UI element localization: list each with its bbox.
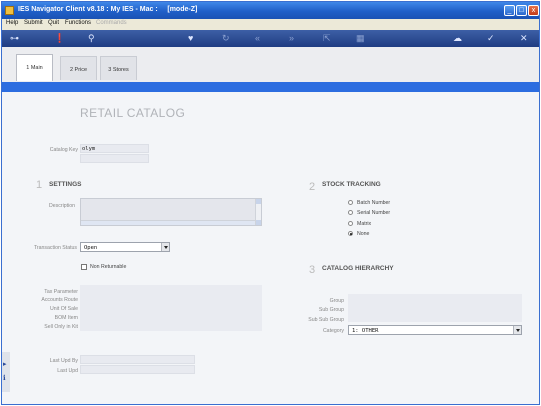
non-returnable-checkbox[interactable] xyxy=(81,264,87,270)
side-info-icon: ℹ xyxy=(3,375,6,382)
category-label: Category xyxy=(322,328,344,334)
description-scrollbar[interactable] xyxy=(255,199,261,225)
last-upd-label: Last Upd xyxy=(57,368,78,374)
toolbar: ⊶ ❗ ⚲ ♥ ↻ « » ⇱ ▦ ☁ ✓ ✕ xyxy=(2,30,539,47)
transaction-status-select[interactable]: Open xyxy=(80,242,170,252)
batch-number-label: Batch Number xyxy=(357,200,391,206)
refresh-icon[interactable]: ↻ xyxy=(222,32,230,44)
unit-of-sale-label: Unit Of Sale xyxy=(50,306,78,312)
fast-forward-icon[interactable]: » xyxy=(289,32,294,44)
hierarchy-fields[interactable] xyxy=(348,294,522,322)
window-title: IES Navigator Client v8.18 : My IES - Ma… xyxy=(18,6,198,13)
menu-help[interactable]: Help xyxy=(6,20,18,26)
page-title: RETAIL CATALOG xyxy=(80,106,186,120)
settings-number: 1 xyxy=(36,179,43,191)
accounts-route-label: Accounts Route xyxy=(41,297,78,303)
search-icon[interactable]: ⚲ xyxy=(88,32,95,44)
sell-only-in-kit-label: Sell Only in Kit xyxy=(44,324,78,330)
group-label: Group xyxy=(329,298,344,304)
serial-number-label: Serial Number xyxy=(357,210,391,216)
minimize-button[interactable]: _ xyxy=(504,5,515,16)
last-upd-field xyxy=(80,365,195,374)
sub-group-label: Sub Group xyxy=(318,307,344,313)
tab-strip: 1 Main 2 Price 3 Stores xyxy=(2,47,539,83)
menu-commands[interactable]: Commands xyxy=(96,20,127,26)
tab-price[interactable]: 2 Price xyxy=(60,56,97,80)
tab-stores-label: 3 Stores xyxy=(108,67,129,73)
stock-tracking-number: 2 xyxy=(309,181,316,193)
none-label: None xyxy=(357,231,370,237)
side-handle[interactable]: ▸ ℹ xyxy=(2,352,10,392)
catalog-key-name-field xyxy=(80,154,149,163)
rewind-icon[interactable]: « xyxy=(255,32,260,44)
app-window: IES Navigator Client v8.18 : My IES - Ma… xyxy=(1,1,540,405)
description-input[interactable] xyxy=(80,198,262,226)
catalog-key-value: olym xyxy=(82,146,96,152)
tab-price-label: 2 Price xyxy=(69,67,88,73)
form-content: RETAIL CATALOG Catalog Key olym 1 SETTIN… xyxy=(2,92,539,404)
matrix-label: Matrix xyxy=(357,221,372,227)
export-icon[interactable]: ⇱ xyxy=(323,32,331,44)
catalog-hierarchy-title: CATALOG HIERARCHY xyxy=(322,265,394,272)
catalog-key-label: Catalog Key xyxy=(49,147,78,153)
transaction-status-label: Transaction Status xyxy=(33,245,77,251)
maximize-button[interactable]: □ xyxy=(516,5,527,16)
non-returnable-label: Non Returnable xyxy=(90,264,127,270)
table-icon[interactable]: ▦ xyxy=(356,32,365,44)
last-upd-by-label: Last Upd By xyxy=(49,358,78,364)
transaction-status-value: Open xyxy=(84,245,98,251)
menu-bar: Help Submit Quit Functions Commands xyxy=(2,19,539,30)
settings-title: SETTINGS xyxy=(49,181,82,188)
menu-submit[interactable]: Submit xyxy=(24,20,43,26)
radio-serial-number[interactable] xyxy=(348,210,353,215)
tab-stores[interactable]: 3 Stores xyxy=(100,56,137,80)
close-window-button[interactable]: x xyxy=(528,5,539,16)
key-icon[interactable]: ⊶ xyxy=(10,32,19,44)
chevron-down-icon[interactable] xyxy=(161,243,169,251)
menu-functions[interactable]: Functions xyxy=(65,20,91,26)
radio-none[interactable] xyxy=(348,231,353,236)
catalog-hierarchy-number: 3 xyxy=(309,264,316,276)
cloud-icon[interactable]: ☁ xyxy=(453,32,462,44)
tab-main[interactable]: 1 Main xyxy=(16,54,53,81)
title-bar: IES Navigator Client v8.18 : My IES - Ma… xyxy=(2,2,539,19)
description-hscrollbar[interactable] xyxy=(81,220,255,225)
stock-tracking-title: STOCK TRACKING xyxy=(322,181,381,188)
tax-parameter-label: Tax Parameter xyxy=(44,289,78,295)
radio-batch-number[interactable] xyxy=(348,200,353,205)
category-value: 1: OTHER xyxy=(352,328,379,334)
close-icon[interactable]: ✕ xyxy=(520,32,528,44)
last-upd-by-field xyxy=(80,355,195,364)
menu-quit[interactable]: Quit xyxy=(48,20,59,26)
app-icon xyxy=(5,6,14,15)
bom-item-label: BOM Item xyxy=(54,315,78,321)
details-fields[interactable] xyxy=(80,285,262,331)
accent-bar xyxy=(2,82,539,92)
radio-matrix[interactable] xyxy=(348,221,353,226)
tab-main-label: 1 Main xyxy=(26,65,43,71)
sub-sub-group-label: Sub Sub Group xyxy=(308,317,344,323)
description-label: Description xyxy=(49,203,75,209)
info-icon[interactable]: ❗ xyxy=(54,32,65,44)
category-select[interactable]: 1: OTHER xyxy=(348,325,522,335)
check-icon[interactable]: ✓ xyxy=(487,32,495,44)
heart-icon[interactable]: ♥ xyxy=(188,32,193,44)
chevron-down-icon[interactable] xyxy=(513,326,521,334)
side-arrow-icon: ▸ xyxy=(3,361,7,368)
